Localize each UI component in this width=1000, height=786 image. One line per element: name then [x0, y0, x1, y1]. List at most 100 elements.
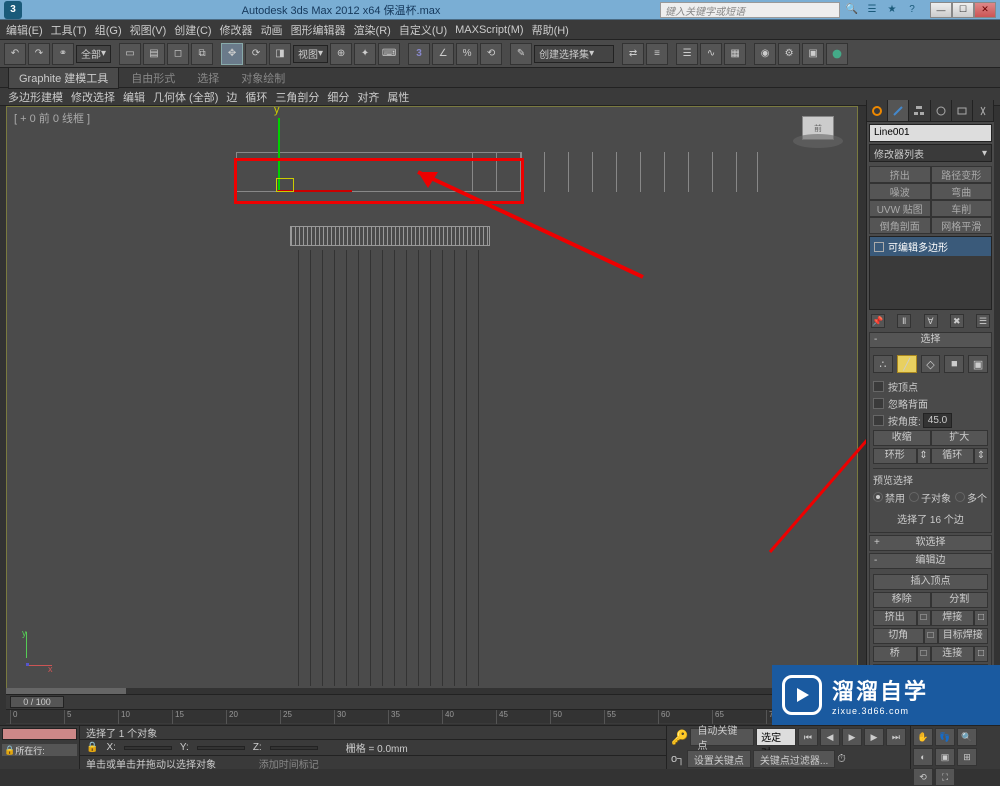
btn-shrink[interactable]: 收缩: [873, 430, 931, 446]
gs-tri[interactable]: 三角剖分: [275, 89, 319, 105]
chamfer-settings[interactable]: □: [924, 628, 938, 644]
nav-zoom[interactable]: 🔍: [957, 728, 977, 746]
stack-remove[interactable]: ✖: [950, 314, 964, 328]
menu-grapheditors[interactable]: 图形编辑器: [291, 22, 346, 38]
graphite-tab-paint[interactable]: 对象绘制: [231, 68, 295, 88]
btn-extrude[interactable]: 挤出: [873, 610, 917, 626]
search-icon[interactable]: 🔍: [844, 2, 860, 18]
modifier-list-dropdown[interactable]: 修改器列表▾: [869, 144, 992, 162]
menu-customize[interactable]: 自定义(U): [399, 22, 447, 38]
gs-props[interactable]: 属性: [387, 89, 409, 105]
scale-button[interactable]: ◨: [269, 43, 291, 65]
timeline[interactable]: 0 / 100 0 5 10 15 20 25 30 35 40 45 50 5…: [6, 694, 858, 724]
script-mini[interactable]: [2, 728, 77, 740]
menu-edit[interactable]: 编辑(E): [6, 22, 43, 38]
percent-snap-button[interactable]: %: [456, 43, 478, 65]
mod-lathe[interactable]: 车削: [931, 200, 993, 217]
mod-bevel[interactable]: 倒角剖面: [869, 217, 931, 234]
rollout-editedge-header[interactable]: 编辑边: [869, 553, 992, 569]
object-name-field[interactable]: Line001: [869, 124, 992, 142]
next-frame[interactable]: ▶: [864, 728, 884, 746]
radio-subobj[interactable]: 子对象: [921, 494, 951, 505]
goto-end[interactable]: ⏭: [886, 728, 906, 746]
rollout-selection-header[interactable]: 选择: [869, 332, 992, 348]
menu-group[interactable]: 组(G): [95, 22, 122, 38]
select-button[interactable]: ▭: [119, 43, 141, 65]
menu-create[interactable]: 创建(C): [174, 22, 211, 38]
gs-polymodel[interactable]: 多边形建模: [8, 89, 63, 105]
stack-unique[interactable]: ∀: [924, 314, 938, 328]
menu-help[interactable]: 帮助(H): [532, 22, 569, 38]
align-button[interactable]: ≡: [646, 43, 668, 65]
mod-meshsmooth[interactable]: 网格平滑: [931, 217, 993, 234]
btn-chamfer[interactable]: 切角: [873, 628, 924, 644]
check-byangle-label[interactable]: 按角度:: [888, 413, 921, 428]
gs-edge[interactable]: 边: [226, 89, 237, 105]
angle-spinner[interactable]: 45.0: [923, 413, 952, 428]
mod-extrude[interactable]: 挤出: [869, 166, 931, 183]
autokey-button[interactable]: 自动关键点: [690, 728, 754, 746]
cp-tab-display[interactable]: [952, 100, 973, 121]
mod-noise[interactable]: 噪波: [869, 183, 931, 200]
coord-y[interactable]: [197, 746, 245, 750]
refcoord-dropdown[interactable]: 视图 ▾: [293, 45, 328, 63]
gs-subdiv[interactable]: 细分: [327, 89, 349, 105]
nav-zoomext[interactable]: ▣: [935, 748, 955, 766]
loop-spinner[interactable]: ⇕: [974, 448, 988, 464]
add-time-tag[interactable]: 添加时间标记: [259, 760, 319, 771]
close-button[interactable]: ✕: [974, 2, 996, 18]
link-button[interactable]: ⚭: [52, 43, 74, 65]
radio-disable[interactable]: 禁用: [885, 494, 905, 505]
move-button[interactable]: ✥: [221, 43, 243, 65]
gs-modsel[interactable]: 修改选择: [71, 89, 115, 105]
subobj-element[interactable]: ▣: [968, 355, 988, 373]
select-manip-button[interactable]: ✦: [354, 43, 376, 65]
subscription-icon[interactable]: ☰: [864, 2, 880, 18]
ring-spinner[interactable]: ⇕: [917, 448, 931, 464]
mod-bend[interactable]: 弯曲: [931, 183, 993, 200]
editnamed-button[interactable]: ✎: [510, 43, 532, 65]
check-byvertex[interactable]: 按顶点: [888, 379, 918, 394]
extrude-settings[interactable]: □: [917, 610, 931, 626]
bridge-settings[interactable]: □: [917, 646, 931, 662]
graphite-tab-freeform[interactable]: 自由形式: [121, 68, 185, 88]
coord-x[interactable]: [124, 746, 172, 750]
viewcube[interactable]: 前: [788, 116, 848, 166]
check-ignoreback[interactable]: 忽略背面: [888, 396, 928, 411]
time-slider[interactable]: 0 / 100: [10, 696, 64, 708]
layers-button[interactable]: ☰: [676, 43, 698, 65]
connect-settings[interactable]: □: [974, 646, 988, 662]
cp-tab-motion[interactable]: [931, 100, 952, 121]
btn-ring[interactable]: 环形: [873, 448, 917, 464]
goto-start[interactable]: ⏮: [798, 728, 818, 746]
btn-weld[interactable]: 焊接: [931, 610, 975, 626]
restore-button[interactable]: ☐: [952, 2, 974, 18]
btn-bridge[interactable]: 桥: [873, 646, 917, 662]
nav-orbit[interactable]: ⟲: [913, 768, 933, 786]
menu-rendering[interactable]: 渲染(R): [354, 22, 391, 38]
btn-connect[interactable]: 连接: [931, 646, 975, 662]
mod-uvwmap[interactable]: UVW 贴图: [869, 200, 931, 217]
help-icon[interactable]: ?: [904, 2, 920, 18]
material-editor-button[interactable]: ◉: [754, 43, 776, 65]
nav-zoomall[interactable]: ⊞: [957, 748, 977, 766]
btn-targetweld[interactable]: 目标焊接: [938, 628, 989, 644]
curve-editor-button[interactable]: ∿: [700, 43, 722, 65]
nav-pan[interactable]: ✋: [913, 728, 933, 746]
stack-config[interactable]: ☰: [976, 314, 990, 328]
nav-maxtoggle[interactable]: ⛶: [935, 768, 955, 786]
nav-fov[interactable]: ◐: [913, 748, 933, 766]
menu-animation[interactable]: 动画: [261, 22, 283, 38]
graphite-title[interactable]: Graphite 建模工具: [8, 67, 119, 89]
mod-pathdeform[interactable]: 路径变形: [931, 166, 993, 183]
btn-loop[interactable]: 循环: [931, 448, 975, 464]
subobj-border[interactable]: ◇: [921, 355, 941, 373]
render-button[interactable]: [826, 43, 848, 65]
subobj-vertex[interactable]: ∴: [873, 355, 893, 373]
rendered-frame-button[interactable]: ▣: [802, 43, 824, 65]
cp-tab-create[interactable]: [867, 100, 888, 121]
play-button[interactable]: ▶: [842, 728, 862, 746]
gs-geom[interactable]: 几何体 (全部): [153, 89, 218, 105]
time-config[interactable]: ⏱: [837, 753, 865, 766]
menu-views[interactable]: 视图(V): [130, 22, 167, 38]
